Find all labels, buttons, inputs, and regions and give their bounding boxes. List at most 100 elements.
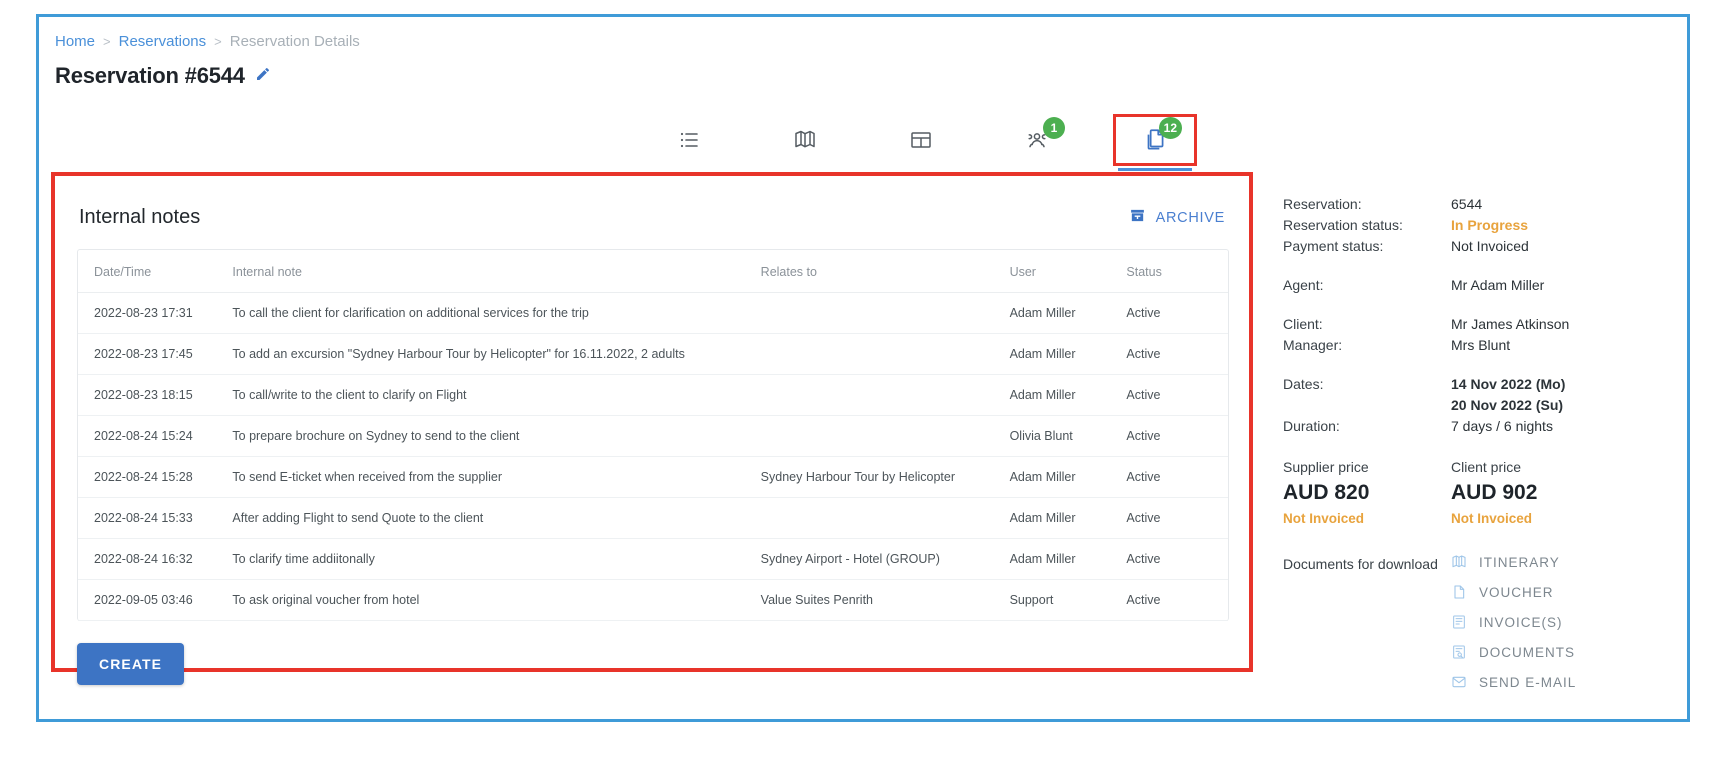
cell-datetime: 2022-08-24 15:24 — [78, 415, 233, 457]
documents-for-download-section: Documents for download ITINERARY VOUCHER I… — [1283, 554, 1669, 690]
breadcrumb-current: Reservation Details — [229, 33, 360, 50]
cell-datetime: 2022-08-23 17:31 — [78, 292, 233, 334]
summary-manager: Manager: Mrs Blunt — [1283, 335, 1669, 356]
cell-user: Support — [1009, 579, 1127, 621]
tab-documents[interactable]: 12 — [1113, 114, 1197, 171]
status-badge-reservation: In Progress — [1451, 217, 1529, 233]
breadcrumb: Home > Reservations > Reservation Detail… — [55, 33, 360, 50]
label-dates: Dates: — [1283, 376, 1324, 392]
value-supplier-price: AUD 820 — [1283, 481, 1370, 504]
document-link-documents[interactable]: DOCUMENTS — [1451, 644, 1576, 660]
breadcrumb-home[interactable]: Home — [55, 33, 95, 50]
cell-note: To call the client for clarification on … — [232, 292, 761, 334]
cell-note: To call/write to the client to clarify o… — [232, 374, 761, 416]
tab-travellers[interactable]: 1 — [997, 117, 1077, 163]
table-row[interactable]: 2022-08-24 15:33 After adding Flight to s… — [78, 497, 1228, 539]
cell-note: To add an excursion "Sydney Harbour Tour… — [232, 333, 761, 375]
value-client: Mr James Atkinson — [1451, 316, 1570, 332]
summary-agent: Agent: Mr Adam Miller — [1283, 275, 1669, 296]
label-manager: Manager: — [1283, 337, 1343, 353]
document-link-send-e-mail[interactable]: SEND E-MAIL — [1451, 674, 1576, 690]
value-agent: Mr Adam Miller — [1451, 277, 1545, 293]
table-row[interactable]: 2022-09-05 03:46 To ask original voucher … — [78, 579, 1228, 621]
document-link-invoice-s[interactable]: INVOICE(S) — [1451, 614, 1576, 630]
pencil-icon[interactable] — [255, 66, 271, 87]
label-reservation-status: Reservation status: — [1283, 217, 1403, 233]
summary-duration: Duration: 7 days / 6 nights — [1283, 416, 1669, 437]
prices-section: Supplier price AUD 820 Not Invoiced Clie… — [1283, 459, 1669, 526]
table-row[interactable]: 2022-08-23 18:15 To call/write to the cli… — [78, 374, 1228, 416]
cell-datetime: 2022-08-23 17:45 — [78, 333, 233, 375]
itinerary-book-icon — [1451, 554, 1467, 570]
table-row[interactable]: 2022-08-24 15:28 To send E-ticket when re… — [78, 456, 1228, 498]
cell-note: To clarify time addiitonally — [232, 538, 761, 580]
cell-note: To send E-ticket when received from the … — [232, 456, 761, 498]
column-header-status: Status — [1126, 250, 1228, 293]
tab-map[interactable] — [765, 117, 845, 163]
cell-relates-to — [760, 415, 1010, 457]
breadcrumb-separator-1: > — [103, 34, 111, 49]
label-client: Client: — [1283, 316, 1323, 332]
label-supplier-price: Supplier price — [1283, 459, 1369, 475]
document-link-label: ITINERARY — [1479, 554, 1560, 570]
cell-status: Active — [1126, 497, 1228, 539]
document-link-voucher[interactable]: VOUCHER — [1451, 584, 1576, 600]
page-frame: Home > Reservations > Reservation Detail… — [36, 14, 1690, 722]
tab-list[interactable] — [649, 117, 729, 163]
tab-grid[interactable] — [881, 117, 961, 163]
map-icon — [793, 128, 817, 152]
cell-note: To prepare brochure on Sydney to send to… — [232, 415, 761, 457]
value-date-from: 14 Nov 2022 (Mo) — [1451, 376, 1566, 392]
table-row[interactable]: 2022-08-24 15:24 To prepare brochure on S… — [78, 415, 1228, 457]
tab-documents-badge: 12 — [1158, 117, 1182, 139]
cell-status: Active — [1126, 333, 1228, 375]
invoice-lines-icon — [1451, 614, 1467, 630]
page-title: Reservation #6544 — [55, 63, 245, 88]
internal-notes-table: Date/Time Internal note Relates to User … — [78, 250, 1228, 621]
document-link-label: SEND E-MAIL — [1479, 674, 1577, 690]
internal-notes-highlight: Internal notes ARCHIVE Date/Time Interna… — [51, 172, 1253, 685]
cell-status: Active — [1126, 456, 1228, 498]
label-reservation: Reservation: — [1283, 196, 1362, 212]
value-date-to: 20 Nov 2022 (Su) — [1451, 397, 1564, 413]
document-link-label: INVOICE(S) — [1479, 614, 1563, 630]
label-documents-for-download: Documents for download — [1283, 556, 1438, 572]
value-reservation: 6544 — [1451, 196, 1483, 212]
value-duration: 7 days / 6 nights — [1451, 418, 1553, 434]
cell-user: Adam Miller — [1009, 292, 1127, 334]
cell-user: Adam Miller — [1009, 456, 1127, 498]
cell-datetime: 2022-08-24 15:33 — [78, 497, 233, 539]
label-client-price: Client price — [1451, 459, 1522, 475]
documents-search-icon — [1451, 644, 1467, 660]
cell-relates-to: Value Suites Penrith — [760, 579, 1010, 621]
tab-travellers-badge: 1 — [1043, 117, 1065, 139]
value-client-price: AUD 902 — [1451, 481, 1538, 504]
cell-relates-to: Sydney Airport - Hotel (GROUP) — [760, 538, 1010, 580]
document-link-itinerary[interactable]: ITINERARY — [1451, 554, 1576, 570]
internal-notes-table-wrapper: Date/Time Internal note Relates to User … — [77, 249, 1229, 621]
reservation-summary-panel: Reservation: 6544 Reservation status: In… — [1269, 172, 1669, 690]
summary-client: Client: Mr James Atkinson — [1283, 314, 1669, 335]
table-row[interactable]: 2022-08-23 17:31 To call the client for c… — [78, 292, 1228, 334]
archive-button[interactable]: ARCHIVE — [1129, 207, 1225, 228]
cell-user: Olivia Blunt — [1009, 415, 1127, 457]
archive-box-icon — [1129, 207, 1146, 228]
table-row[interactable]: 2022-08-24 16:32 To clarify time addiiton… — [78, 538, 1228, 580]
table-grid-icon — [909, 128, 933, 152]
status-supplier-price: Not Invoiced — [1283, 511, 1365, 526]
column-header-user: User — [1009, 250, 1127, 293]
internal-notes-table-body: 2022-08-23 17:31 To call the client for c… — [78, 292, 1228, 621]
document-link-label: DOCUMENTS — [1479, 644, 1575, 660]
label-payment-status: Payment status: — [1283, 238, 1384, 254]
cell-user: Adam Miller — [1009, 374, 1127, 416]
summary-reservation-status: Reservation status: In Progress — [1283, 215, 1669, 236]
cell-status: Active — [1126, 292, 1228, 334]
cell-relates-to — [760, 292, 1010, 334]
create-button[interactable]: CREATE — [77, 643, 185, 685]
table-row[interactable]: 2022-08-23 17:45 To add an excursion "Syd… — [78, 333, 1228, 375]
cell-status: Active — [1126, 579, 1228, 621]
summary-dates: Dates: 14 Nov 2022 (Mo) 20 Nov 2022 (Su) — [1283, 374, 1669, 416]
cell-note: To ask original voucher from hotel — [232, 579, 761, 621]
cell-relates-to — [760, 333, 1010, 375]
breadcrumb-reservations[interactable]: Reservations — [119, 33, 207, 50]
